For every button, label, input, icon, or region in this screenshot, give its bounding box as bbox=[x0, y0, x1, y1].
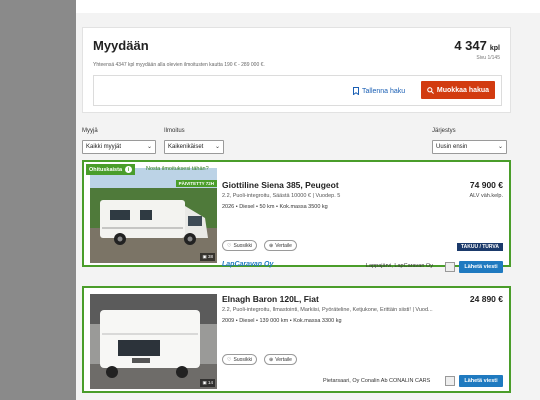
updated-badge: PÄIVITETTY 72H bbox=[175, 180, 217, 187]
highlight-tag-label: Ohituskaista bbox=[89, 166, 123, 173]
listing-image[interactable]: PÄIVITETTY 72H ▣ 38 bbox=[90, 168, 217, 263]
result-count-unit: kpl bbox=[489, 45, 500, 52]
listing-select[interactable]: Kaikenikäiset ⌄ bbox=[164, 140, 224, 154]
seller-select[interactable]: Kaikki myyjät ⌄ bbox=[82, 140, 156, 154]
result-description: Yhteensä 4347 kpl myydään alla olevien i… bbox=[93, 62, 265, 68]
plus-circle-icon: ⊕ bbox=[269, 242, 274, 249]
camera-icon: ▣ bbox=[202, 254, 207, 259]
send-message-button[interactable]: Lähetä viesti bbox=[459, 375, 503, 387]
favorite-button[interactable]: ♡ Suosikki bbox=[222, 354, 258, 365]
photo-count: ▣ 38 bbox=[200, 253, 215, 261]
photo-count-value: 38 bbox=[207, 254, 213, 259]
listing-specs: 2009 • Diesel • 139 000 km • Kok.massa 3… bbox=[222, 318, 342, 324]
bookmark-icon bbox=[353, 87, 359, 95]
heart-icon: ♡ bbox=[227, 242, 232, 249]
guarantee-badge: TAKUU / TURVA bbox=[456, 243, 503, 251]
search-icon bbox=[427, 86, 434, 94]
photo-count: ▣ 14 bbox=[200, 379, 215, 387]
listing-subtitle: 2.2, Puoli-integroitu, Säästä 10000 € | … bbox=[222, 193, 341, 199]
sort-select-value: Uusin ensin bbox=[436, 144, 468, 150]
motorhome-photo bbox=[90, 294, 217, 389]
sort-select[interactable]: Uusin ensin ⌄ bbox=[432, 140, 507, 154]
photo-count-value: 14 bbox=[207, 380, 213, 385]
favorite-label: Suosikki bbox=[233, 356, 253, 363]
listing-specs: 2026 • Diesel • 50 km • Kok.massa 3500 k… bbox=[222, 204, 328, 210]
compare-label: Vertaile bbox=[275, 356, 292, 363]
result-count: 4 347 kpl bbox=[454, 38, 500, 53]
page-title: Myydään bbox=[93, 38, 149, 53]
favorite-label: Suosikki bbox=[233, 242, 253, 249]
dealer-name: Lappajärvi, LapCaravan Oy bbox=[366, 263, 433, 269]
listing-image[interactable]: ▣ 14 bbox=[90, 294, 217, 389]
listing-card[interactable]: ▣ 14 Elnagh Baron 120L, Fiat 24 890 € 2.… bbox=[82, 286, 511, 393]
dealer-icon[interactable] bbox=[445, 262, 455, 272]
heart-icon: ♡ bbox=[227, 356, 232, 363]
sort-label: Järjestys bbox=[432, 128, 456, 134]
listing-price: 74 900 € bbox=[469, 180, 503, 190]
highlight-tag: Ohituskaista i bbox=[86, 164, 136, 175]
save-search-button[interactable]: Tallenna haku bbox=[353, 87, 405, 95]
listing-price: 24 890 € bbox=[469, 294, 503, 304]
search-summary-card: Myydään 4 347 kpl Sivu 1/145 Yhteensä 434… bbox=[82, 27, 511, 113]
page: Myydään 4 347 kpl Sivu 1/145 Yhteensä 434… bbox=[76, 0, 540, 400]
search-actions: Tallenna haku Muokkaa hakua bbox=[93, 75, 502, 106]
dealer-icon[interactable] bbox=[445, 376, 455, 386]
chevron-down-icon: ⌄ bbox=[146, 144, 152, 150]
chevron-down-icon: ⌄ bbox=[214, 144, 220, 150]
vat-note: ALV väh.kelp. bbox=[469, 193, 503, 199]
listing-filter-label: Ilmoitus bbox=[164, 128, 185, 134]
save-search-label: Tallenna haku bbox=[362, 87, 406, 95]
listing-subtitle: 2.2, Puoli-integroitu, Ilmastointi, Mark… bbox=[222, 307, 433, 313]
send-message-button[interactable]: Lähetä viesti bbox=[459, 261, 503, 273]
dealer-logo: LapCaravan Oy bbox=[222, 261, 274, 268]
listing-title[interactable]: Elnagh Baron 120L, Fiat bbox=[222, 294, 319, 304]
listing-title[interactable]: Giottiline Siena 385, Peugeot bbox=[222, 180, 339, 190]
seller-filter-label: Myyjä bbox=[82, 128, 98, 134]
promote-link[interactable]: Nosta ilmoituksesi tähän? bbox=[146, 166, 209, 172]
compare-button[interactable]: ⊕ Vertaile bbox=[264, 354, 297, 365]
edit-search-label: Muokkaa hakua bbox=[436, 86, 490, 94]
listing-select-value: Kaikenikäiset bbox=[168, 144, 204, 150]
chevron-down-icon: ⌄ bbox=[497, 144, 503, 150]
listing-card[interactable]: PÄIVITETTY 72H ▣ 38 Ohituskaista i Nosta… bbox=[82, 160, 511, 273]
top-bar bbox=[76, 0, 540, 13]
favorite-button[interactable]: ♡ Suosikki bbox=[222, 240, 258, 251]
page-info: Sivu 1/145 bbox=[476, 55, 500, 61]
result-count-value: 4 347 bbox=[454, 38, 487, 53]
compare-label: Vertaile bbox=[275, 242, 292, 249]
dealer-name: Pietarsaari, Oy Conalin Ab CONALIN CARS bbox=[323, 378, 431, 384]
info-icon[interactable]: i bbox=[125, 166, 133, 173]
compare-button[interactable]: ⊕ Vertaile bbox=[264, 240, 297, 251]
camera-icon: ▣ bbox=[202, 380, 207, 385]
edit-search-button[interactable]: Muokkaa hakua bbox=[421, 81, 495, 99]
seller-select-value: Kaikki myyjät bbox=[86, 144, 122, 150]
plus-circle-icon: ⊕ bbox=[269, 356, 274, 363]
